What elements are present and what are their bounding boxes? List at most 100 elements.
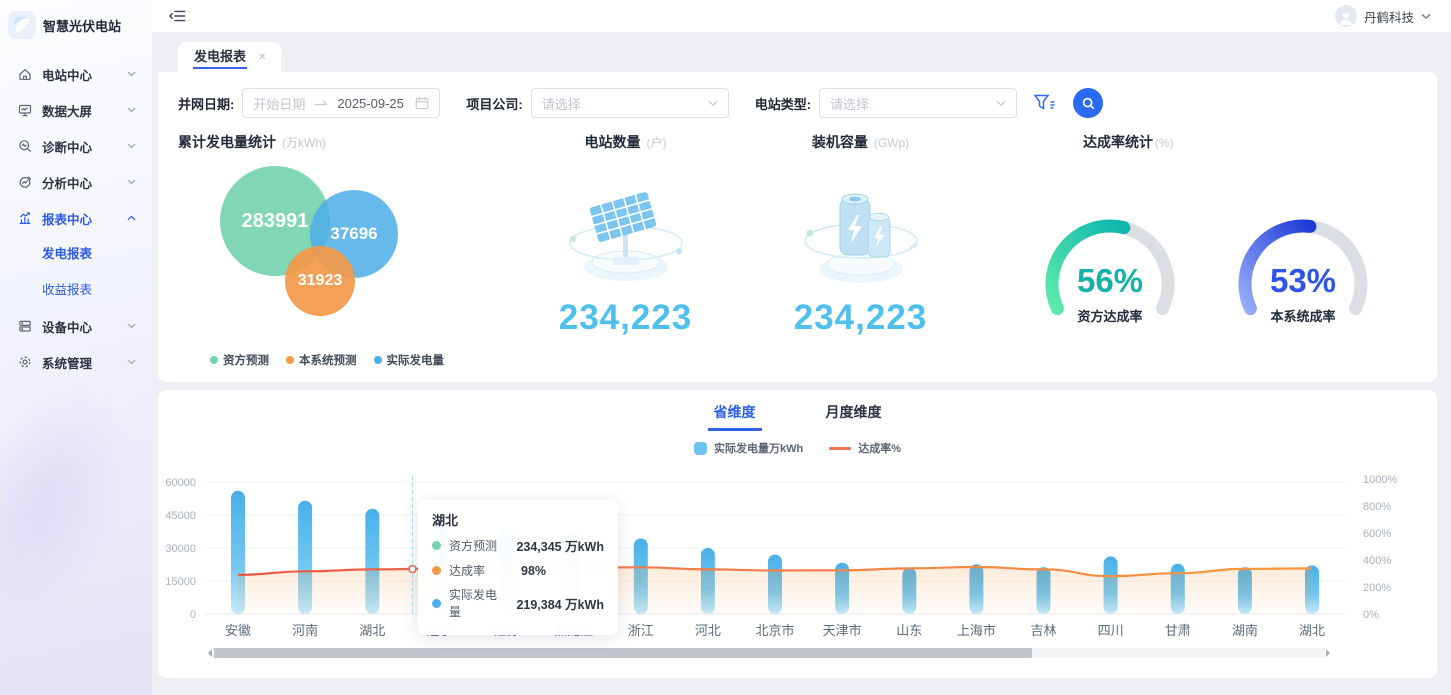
generation-title: 累计发电量统计(万kWh) bbox=[178, 132, 508, 152]
chevron-down-icon bbox=[1421, 13, 1431, 20]
tooltip-row: 达成率98% bbox=[432, 562, 604, 579]
chevron-down-icon bbox=[127, 143, 136, 149]
svg-text:安徽: 安徽 bbox=[225, 623, 251, 638]
sidebar-item-analysis-center[interactable]: 分析中心 bbox=[0, 164, 152, 200]
search-button[interactable] bbox=[1073, 88, 1103, 118]
legend-actual-generation-bar[interactable]: 实际发电量万kWh bbox=[694, 440, 803, 456]
home-icon bbox=[18, 67, 33, 82]
sidebar-item-label: 数据大屏 bbox=[42, 101, 127, 120]
bar-line-chart[interactable]: 0150003000045000600000%200%400%600%800%1… bbox=[158, 470, 1437, 648]
sidebar-menu: 电站中心 数据大屏 诊断中心 分析中心 报表中心 bbox=[0, 56, 152, 380]
svg-text:1000%: 1000% bbox=[1363, 474, 1397, 486]
investor-achievement-gauge: 56%资方达成率 bbox=[1025, 204, 1195, 330]
chart-tooltip: 湖北 资方预测234,345 万kWh 达成率98% 实际发电量219,384 … bbox=[418, 500, 618, 635]
report-chart-icon bbox=[18, 211, 33, 226]
svg-text:15000: 15000 bbox=[165, 576, 196, 588]
close-icon[interactable]: ✕ bbox=[258, 52, 266, 63]
svg-text:200%: 200% bbox=[1363, 582, 1391, 594]
sidebar-subitem-generation-report[interactable]: 发电报表 bbox=[0, 236, 152, 272]
sidebar-item-device-center[interactable]: 设备中心 bbox=[0, 308, 152, 344]
tooltip-row: 资方预测234,345 万kWh bbox=[432, 536, 604, 555]
tab-label: 发电报表 bbox=[193, 45, 247, 69]
chart-dimension-tabs: 省维度 月度维度 bbox=[158, 390, 1437, 431]
user-name: 丹鹤科技 bbox=[1364, 7, 1414, 26]
analysis-icon bbox=[18, 175, 33, 190]
legend-system-forecast[interactable]: 本系统预测 bbox=[286, 352, 357, 368]
station-type-select[interactable]: 请选择 bbox=[819, 88, 1017, 118]
tooltip-row: 实际发电量219,384 万kWh bbox=[432, 586, 604, 620]
chevron-down-icon bbox=[127, 359, 136, 365]
bar-swatch bbox=[694, 442, 707, 455]
svg-text:上海市: 上海市 bbox=[957, 623, 996, 638]
scrollbar-thumb[interactable] bbox=[214, 648, 1032, 658]
generation-stat: 累计发电量统计(万kWh) 283991 37696 31923 资方预测 本系… bbox=[178, 132, 508, 340]
chevron-down-icon bbox=[127, 71, 136, 77]
sidebar-subitem-revenue-report[interactable]: 收益报表 bbox=[0, 272, 152, 308]
company-placeholder: 请选择 bbox=[542, 94, 581, 113]
scrollbar-track[interactable] bbox=[213, 648, 1325, 658]
chevron-up-icon bbox=[127, 215, 136, 221]
sidebar-item-station-center[interactable]: 电站中心 bbox=[0, 56, 152, 92]
chevron-down-icon bbox=[127, 179, 136, 185]
bubble-system-forecast: 31923 bbox=[285, 246, 355, 316]
date-range-input[interactable]: 开始日期 2025-09-25 bbox=[242, 88, 440, 118]
sidebar-item-data-screen[interactable]: 数据大屏 bbox=[0, 92, 152, 128]
svg-text:甘肃: 甘肃 bbox=[1165, 623, 1191, 638]
filter-bar: 并网日期: 开始日期 2025-09-25 项目公司: 请选择 电站类型: 请选… bbox=[158, 72, 1437, 118]
generation-bubble-chart: 283991 37696 31923 资方预测 本系统预测 实际发电量 bbox=[178, 152, 508, 340]
date-start-placeholder: 开始日期 bbox=[253, 94, 305, 113]
station-count-value: 234,223 bbox=[508, 298, 743, 338]
svg-text:山东: 山东 bbox=[896, 623, 922, 638]
user-menu[interactable]: 丹鹤科技 bbox=[1335, 5, 1431, 27]
legend-investor-forecast[interactable]: 资方预测 bbox=[210, 352, 269, 368]
sidebar-item-label: 分析中心 bbox=[42, 173, 127, 192]
diagnose-search-icon bbox=[18, 139, 33, 154]
chevron-down-icon bbox=[127, 107, 136, 113]
solar-station-icon bbox=[508, 178, 743, 296]
tab-generation-report[interactable]: 发电报表 ✕ bbox=[178, 42, 281, 72]
company-filter-label: 项目公司: bbox=[466, 94, 522, 113]
chevron-down-icon bbox=[996, 100, 1006, 107]
sidebar-item-diagnose-center[interactable]: 诊断中心 bbox=[0, 128, 152, 164]
achievement-title: 达成率统计(%) bbox=[1083, 132, 1417, 152]
station-count-stat: 电站数量(户) bbox=[508, 132, 743, 340]
tab-strip: 发电报表 ✕ bbox=[152, 32, 1451, 72]
filter-funnel-icon[interactable] bbox=[1033, 93, 1057, 113]
sidebar-item-report-center[interactable]: 报表中心 bbox=[0, 200, 152, 236]
capacity-title: 装机容量(GWp) bbox=[743, 132, 978, 152]
svg-text:四川: 四川 bbox=[1098, 623, 1124, 638]
svg-text:400%: 400% bbox=[1363, 555, 1391, 567]
svg-text:浙江: 浙江 bbox=[628, 623, 654, 638]
svg-text:湖北: 湖北 bbox=[1299, 623, 1325, 638]
gauge-group: 56%资方达成率 53%本系统成率 bbox=[978, 204, 1417, 330]
sidebar-item-label: 电站中心 bbox=[42, 65, 127, 84]
station-type-placeholder: 请选择 bbox=[830, 94, 869, 113]
svg-text:河南: 河南 bbox=[292, 623, 318, 638]
scroll-left-arrow[interactable] bbox=[204, 649, 212, 657]
station-count-title: 电站数量(户) bbox=[508, 132, 743, 152]
summary-card: 并网日期: 开始日期 2025-09-25 项目公司: 请选择 电站类型: 请选… bbox=[158, 72, 1437, 382]
sidebar-item-label: 诊断中心 bbox=[42, 137, 127, 156]
chart-scrollbar[interactable] bbox=[204, 648, 1334, 658]
tab-month-dimension[interactable]: 月度维度 bbox=[820, 400, 888, 431]
legend-actual-generation[interactable]: 实际发电量 bbox=[374, 352, 445, 368]
sidebar: 智慧光伏电站 电站中心 数据大屏 诊断中心 分析中心 bbox=[0, 0, 152, 695]
sidebar-item-label: 设备中心 bbox=[42, 317, 127, 336]
avatar bbox=[1335, 5, 1357, 27]
date-end-value: 2025-09-25 bbox=[337, 96, 404, 111]
svg-text:天津市: 天津市 bbox=[823, 623, 862, 638]
legend-achievement-line[interactable]: 达成率% bbox=[829, 440, 901, 456]
battery-capacity-icon bbox=[743, 178, 978, 296]
svg-text:60000: 60000 bbox=[165, 477, 196, 489]
achievement-stat: 达成率统计(%) 56%资方达成率 53%本系统成率 bbox=[978, 132, 1417, 340]
collapse-sidebar-icon[interactable] bbox=[168, 8, 188, 24]
top-header: 丹鹤科技 bbox=[152, 0, 1451, 32]
line-swatch bbox=[829, 447, 851, 450]
chart-canvas[interactable]: 0150003000045000600000%200%400%600%800%1… bbox=[160, 470, 1430, 648]
tab-province-dimension[interactable]: 省维度 bbox=[708, 400, 762, 431]
company-select[interactable]: 请选择 bbox=[531, 88, 729, 118]
svg-text:湖南: 湖南 bbox=[1232, 623, 1258, 638]
sidebar-item-system-settings[interactable]: 系统管理 bbox=[0, 344, 152, 380]
chart-legend: 实际发电量万kWh 达成率% bbox=[158, 440, 1437, 456]
scroll-right-arrow[interactable] bbox=[1326, 649, 1334, 657]
